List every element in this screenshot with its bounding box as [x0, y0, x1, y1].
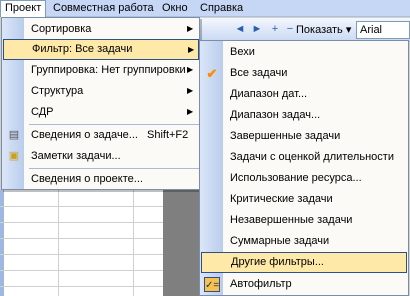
- submenu-item-more-filters[interactable]: Другие фильтры...: [201, 252, 407, 273]
- font-name-field[interactable]: Arial: [356, 21, 410, 39]
- menu-item-label: Сведения о проекте...: [31, 173, 143, 185]
- menu-item-label: СДР: [31, 106, 54, 118]
- submenu-item-completed-tasks[interactable]: Завершенные задачи: [201, 126, 407, 147]
- menu-item-label: Сортировка: [31, 23, 92, 35]
- submenu-item-label: Суммарные задачи: [230, 235, 330, 247]
- submenu-arrow-icon: ▶: [187, 24, 194, 33]
- arrow-right-icon[interactable]: ►: [250, 22, 264, 36]
- submenu-arrow-icon: ▶: [187, 86, 194, 95]
- grid-line: [0, 222, 163, 223]
- menu-item-group[interactable]: Группировка: Нет группировки ▶: [3, 60, 199, 80]
- project-menu: Сортировка ▶ Фильтр: Все задачи ▶ Группи…: [1, 17, 200, 190]
- grid-line: [0, 270, 163, 271]
- menu-item-outline[interactable]: Структура ▶: [3, 81, 199, 101]
- menu-collaborate[interactable]: Совместная работа: [49, 0, 158, 17]
- menu-item-label: Группировка: Нет группировки: [31, 64, 186, 76]
- notes-icon: ▣: [8, 150, 20, 162]
- arrow-left-icon[interactable]: ◄: [233, 22, 247, 36]
- plus-icon[interactable]: +: [268, 22, 282, 36]
- menu-window[interactable]: Окно: [158, 0, 192, 17]
- minus-icon[interactable]: −: [283, 22, 297, 36]
- submenu-item-label: Незавершенные задачи: [230, 214, 353, 226]
- submenu-arrow-icon: ▶: [188, 45, 195, 54]
- submenu-item-label: Вехи: [230, 46, 255, 58]
- submenu-item-milestones[interactable]: Вехи: [201, 42, 407, 63]
- submenu-item-task-range[interactable]: Диапазон задач...: [201, 105, 407, 126]
- menu-bar: Проект Совместная работа Окно Справка: [0, 0, 410, 17]
- submenu-item-label: Автофильтр: [230, 278, 292, 290]
- submenu-item-label: Использование ресурса...: [230, 172, 362, 184]
- submenu-item-summary-tasks[interactable]: Суммарные задачи: [201, 231, 407, 252]
- grid-line: [0, 286, 163, 287]
- submenu-item-label: Завершенные задачи: [230, 130, 341, 142]
- menu-item-label: Сведения о задаче...: [31, 129, 138, 141]
- submenu-item-label: Диапазон дат...: [230, 88, 308, 100]
- filter-submenu: Вехи ✔ Все задачи Диапазон дат... Диапаз…: [199, 40, 409, 296]
- menu-item-task-notes[interactable]: ▣ Заметки задачи...: [3, 146, 199, 166]
- checkmark-icon: ✔: [206, 66, 218, 81]
- menu-help[interactable]: Справка: [196, 0, 247, 17]
- menu-item-label: Фильтр: Все задачи: [32, 43, 133, 55]
- show-button[interactable]: Показать ▾: [296, 22, 351, 38]
- submenu-item-label: Критические задачи: [230, 193, 333, 205]
- task-info-icon: ▤: [8, 129, 20, 141]
- submenu-item-resource-usage[interactable]: Использование ресурса...: [201, 168, 407, 189]
- submenu-item-incomplete-tasks[interactable]: Незавершенные задачи: [201, 210, 407, 231]
- submenu-item-label: Диапазон задач...: [230, 109, 321, 121]
- submenu-item-label: Все задачи: [230, 67, 288, 79]
- grid-line: [0, 254, 163, 255]
- menu-item-sort[interactable]: Сортировка ▶: [3, 19, 199, 39]
- submenu-item-autofilter[interactable]: ✓= Автофильтр: [201, 274, 407, 295]
- grid-line: [0, 238, 163, 239]
- submenu-item-critical-tasks[interactable]: Критические задачи: [201, 189, 407, 210]
- menu-item-label: Структура: [31, 85, 84, 97]
- submenu-item-label: Другие фильтры...: [231, 256, 324, 268]
- menu-item-wbs[interactable]: СДР ▶: [3, 102, 199, 122]
- submenu-item-date-range[interactable]: Диапазон дат...: [201, 84, 407, 105]
- menu-item-filter[interactable]: Фильтр: Все задачи ▶: [3, 39, 199, 60]
- menu-item-label: Заметки задачи...: [31, 150, 121, 162]
- submenu-item-estimated-duration[interactable]: Задачи с оценкой длительности: [201, 147, 407, 168]
- submenu-arrow-icon: ▶: [187, 65, 194, 74]
- menu-item-task-info[interactable]: ▤ Сведения о задаче... Shift+F2: [3, 125, 199, 145]
- gantt-area: [163, 190, 201, 296]
- menu-item-shortcut: Shift+F2: [147, 129, 189, 141]
- submenu-item-all-tasks[interactable]: ✔ Все задачи: [201, 63, 407, 84]
- grid-line: [0, 206, 163, 207]
- submenu-arrow-icon: ▶: [187, 107, 194, 116]
- menu-project[interactable]: Проект: [0, 0, 47, 17]
- autofilter-icon: ✓=: [204, 277, 220, 292]
- submenu-item-label: Задачи с оценкой длительности: [230, 151, 394, 163]
- menu-item-project-info[interactable]: Сведения о проекте...: [3, 169, 199, 189]
